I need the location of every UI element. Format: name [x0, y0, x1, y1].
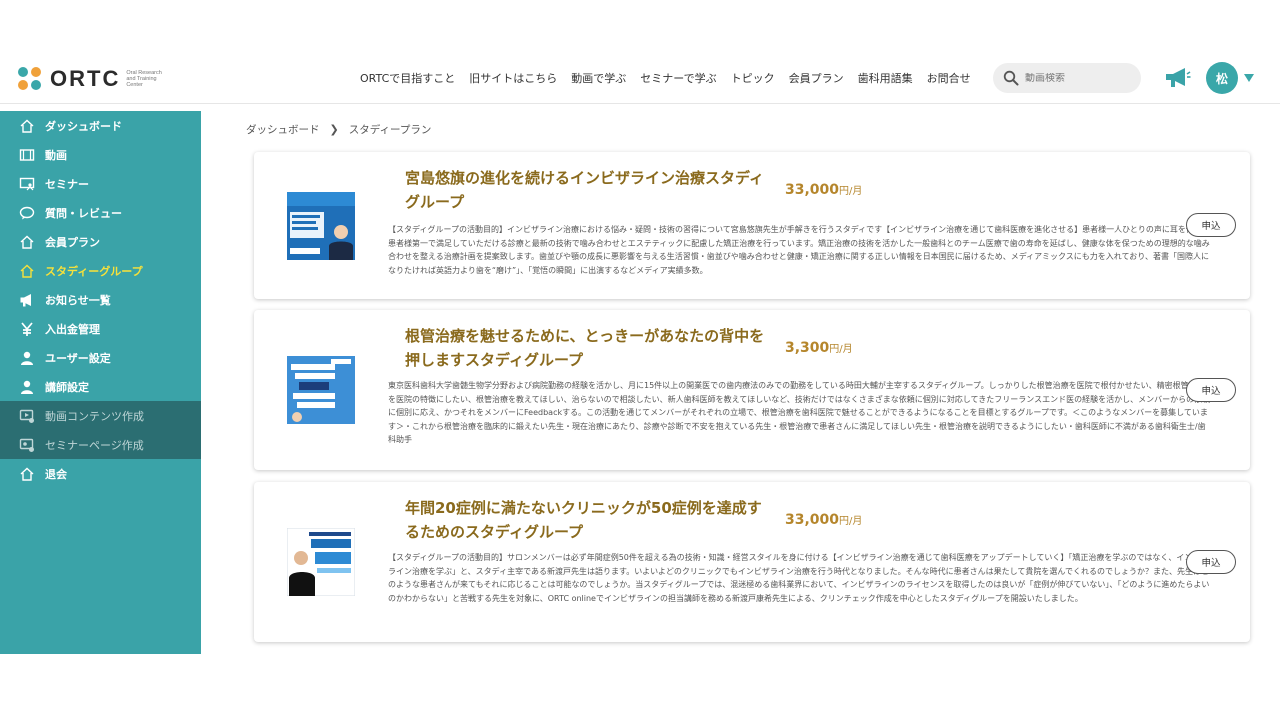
home-icon	[18, 118, 36, 134]
study-group-card: 根管治療を魅せるために、とっきーがあなたの背中を押しますスタディグループ 3,3…	[254, 310, 1250, 470]
thumbnail-image	[287, 356, 355, 424]
price-value: 33,000	[785, 182, 840, 198]
home-icon	[18, 466, 36, 482]
nav-link-topics[interactable]: トピック	[731, 70, 775, 86]
sidebar-item-plans[interactable]: 会員プラン	[0, 227, 201, 256]
sidebar-item-instructor-settings[interactable]: 講師設定	[0, 372, 201, 401]
page: ORTC Oral Research and Training Center O…	[0, 0, 1280, 720]
sidebar: ダッシュボード 動画 セミナー 質問・レビュー 会員プラン スタディーグループ …	[0, 111, 201, 654]
sidebar-item-label: 動画コンテンツ作成	[45, 409, 144, 423]
home-icon	[18, 234, 36, 250]
study-group-thumbnail[interactable]	[287, 356, 355, 424]
top-header: ORTC Oral Research and Training Center O…	[0, 52, 1280, 104]
chat-icon	[18, 205, 36, 221]
price-unit: 円/月	[839, 186, 863, 197]
logo[interactable]: ORTC Oral Research and Training Center	[18, 66, 168, 92]
sidebar-item-video-content[interactable]: 動画コンテンツ作成	[0, 401, 201, 430]
search-icon	[1003, 70, 1019, 86]
price-value: 33,000	[785, 512, 840, 528]
nav-link-old-site[interactable]: 旧サイトはこちら	[469, 70, 557, 86]
seminar-edit-icon	[18, 437, 36, 453]
megaphone-icon	[18, 292, 36, 308]
sidebar-item-label: 会員プラン	[45, 235, 100, 249]
apply-button[interactable]: 申込	[1186, 378, 1236, 402]
search-input[interactable]	[1025, 72, 1135, 84]
sidebar-item-label: 講師設定	[45, 380, 89, 394]
breadcrumb-dashboard[interactable]: ダッシュボード	[246, 122, 320, 137]
sidebar-item-study-group[interactable]: スタディーグループ	[0, 256, 201, 285]
study-group-description: 東京医科歯科大学歯髄生物学分野および病院勤務の経験を活かし、月に15件以上の開業…	[388, 381, 1211, 444]
home-icon	[18, 263, 36, 279]
sidebar-item-label: セミナーページ作成	[45, 438, 144, 452]
sidebar-item-label: ダッシュボード	[45, 119, 122, 133]
user-icon	[18, 350, 36, 366]
price-value: 3,300	[785, 340, 830, 356]
study-group-thumbnail[interactable]	[287, 528, 355, 596]
study-group-description: 【スタディグループの活動目的】サロンメンバーは必ず年間症例50件を超える為の技術…	[388, 553, 1210, 603]
avatar[interactable]: 松	[1206, 62, 1238, 94]
sidebar-item-questions[interactable]: 質問・レビュー	[0, 198, 201, 227]
nav-link-contact[interactable]: お問合せ	[927, 70, 971, 86]
sidebar-item-label: 入出金管理	[45, 322, 100, 336]
study-group-price: 33,000円/月	[785, 182, 862, 198]
sidebar-item-label: スタディーグループ	[45, 264, 143, 278]
yen-icon	[18, 321, 36, 337]
study-group-title[interactable]: 年間20症例に満たないクリニックが50症例を達成するためのスタディグループ	[405, 496, 765, 544]
thumbnail-image	[287, 192, 355, 260]
study-group-price: 3,300円/月	[785, 340, 853, 356]
study-group-card: 宮島悠旗の進化を続けるインビザライン治療スタディグループ 33,000円/月 【…	[254, 152, 1250, 299]
nav-link-plans[interactable]: 会員プラン	[789, 70, 844, 86]
sidebar-item-label: 質問・レビュー	[45, 206, 122, 220]
sidebar-item-payments[interactable]: 入出金管理	[0, 314, 201, 343]
sidebar-item-user-settings[interactable]: ユーザー設定	[0, 343, 201, 372]
price-unit: 円/月	[829, 344, 853, 355]
price-unit: 円/月	[839, 516, 863, 527]
logo-text: ORTC	[50, 66, 121, 91]
apply-button[interactable]: 申込	[1186, 550, 1236, 574]
chevron-right-icon: ❯	[329, 123, 339, 136]
main-nav: ORTCで目指すこと 旧サイトはこちら 動画で学ぶ セミナーで学ぶ トピック 会…	[360, 70, 971, 86]
breadcrumb-current: スタディープラン	[348, 124, 432, 136]
video-search[interactable]	[993, 63, 1141, 93]
presentation-icon	[18, 176, 36, 192]
study-group-thumbnail[interactable]	[287, 192, 355, 260]
study-group-description: 【スタディグループの活動目的】インビザライン治療における悩み・疑問・技術の習得に…	[388, 225, 1210, 275]
nav-link-glossary[interactable]: 歯科用語集	[858, 70, 913, 86]
sidebar-item-dashboard[interactable]: ダッシュボード	[0, 111, 201, 140]
logo-mark	[18, 67, 42, 91]
breadcrumb: ダッシュボード ❯ スタディープラン	[246, 122, 431, 137]
sidebar-item-label: お知らせ一覧	[45, 293, 111, 307]
video-edit-icon	[18, 408, 36, 424]
logo-subtitle: Oral Research and Training Center	[126, 70, 162, 88]
sidebar-item-seminar-page[interactable]: セミナーページ作成	[0, 430, 201, 459]
sidebar-item-label: セミナー	[45, 177, 89, 191]
nav-link-about[interactable]: ORTCで目指すこと	[360, 70, 455, 86]
nav-link-videos[interactable]: 動画で学ぶ	[571, 70, 626, 86]
study-group-title[interactable]: 宮島悠旗の進化を続けるインビザライン治療スタディグループ	[405, 166, 765, 214]
sidebar-item-seminars[interactable]: セミナー	[0, 169, 201, 198]
megaphone-icon[interactable]	[1163, 65, 1191, 91]
sidebar-item-notices[interactable]: お知らせ一覧	[0, 285, 201, 314]
study-group-price: 33,000円/月	[785, 512, 862, 528]
sidebar-item-label: 動画	[45, 148, 67, 162]
user-icon	[18, 379, 36, 395]
sidebar-item-label: ユーザー設定	[45, 351, 111, 365]
study-group-card: 年間20症例に満たないクリニックが50症例を達成するためのスタディグループ 33…	[254, 482, 1250, 642]
thumbnail-image	[287, 528, 355, 596]
sidebar-item-withdraw[interactable]: 退会	[0, 459, 201, 488]
sidebar-item-videos[interactable]: 動画	[0, 140, 201, 169]
chevron-down-icon[interactable]	[1244, 74, 1254, 82]
nav-link-seminars[interactable]: セミナーで学ぶ	[640, 70, 716, 86]
sidebar-item-label: 退会	[45, 467, 67, 481]
apply-button[interactable]: 申込	[1186, 213, 1236, 237]
study-group-title[interactable]: 根管治療を魅せるために、とっきーがあなたの背中を押しますスタディグループ	[405, 324, 765, 372]
film-icon	[18, 147, 36, 163]
